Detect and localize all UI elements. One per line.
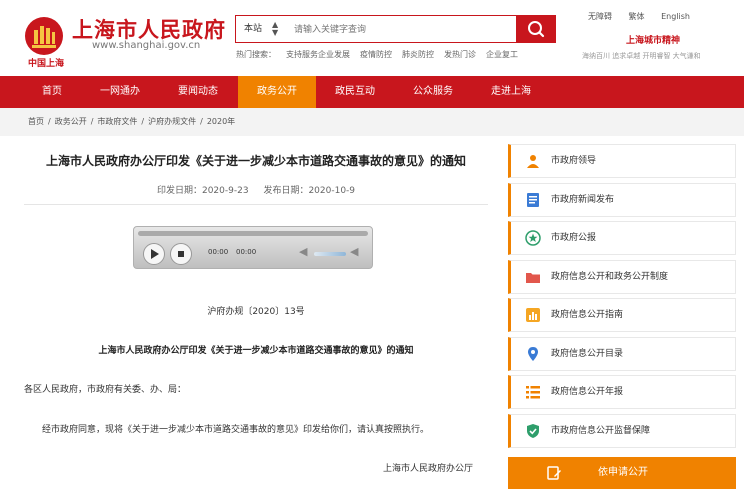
sidebar-item-label: 政府信息公开和政务公开制度 bbox=[551, 272, 669, 282]
document-icon bbox=[527, 193, 539, 207]
hot-word-link[interactable]: 发热门诊 bbox=[444, 50, 476, 59]
nav-item-interaction[interactable]: 政民互动 bbox=[323, 76, 387, 108]
location-icon bbox=[528, 347, 538, 361]
hot-word-link[interactable]: 肺炎防控 bbox=[402, 50, 434, 59]
folder-icon bbox=[526, 273, 540, 283]
site-url: www.shanghai.gov.cn bbox=[92, 40, 201, 51]
person-icon bbox=[527, 155, 539, 168]
shanghai-emblem-icon[interactable] bbox=[24, 16, 64, 56]
hot-search-label: 热门搜索： bbox=[236, 50, 276, 59]
document-title: 上海市人民政府办公厅印发《关于进一步减少本市道路交通事故的意见》的通知 bbox=[98, 346, 414, 356]
audio-total-time: 00:00 bbox=[236, 248, 257, 256]
salutation-paragraph: 各区人民政府，市政府有关委、办、局： bbox=[24, 385, 187, 395]
sidebar-item-label: 市政府领导 bbox=[551, 156, 597, 166]
breadcrumb-separator: / bbox=[200, 117, 203, 126]
sidebar-item-disclosure-guide[interactable]: 政府信息公开指南 bbox=[508, 298, 736, 332]
nav-item-gov-affairs[interactable]: 政务公开 bbox=[238, 76, 316, 108]
logo-subtitle: 中国上海 bbox=[28, 59, 65, 69]
article: 上海市人民政府办公厅印发《关于进一步减少本市道路交通事故的意见》的通知 印发日期… bbox=[0, 136, 500, 488]
site-header: 中国上海 上海市人民政府 www.shanghai.gov.cn 本站 ▲▼ 热… bbox=[0, 0, 744, 76]
breadcrumb-link[interactable]: 沪府办规文件 bbox=[148, 117, 196, 126]
article-title: 上海市人民政府办公厅印发《关于进一步减少本市道路交通事故的意见》的通知 bbox=[45, 154, 466, 168]
breadcrumb: 首页 / 政务公开 / 市政府文件 / 沪府办规文件/2020年 bbox=[0, 108, 744, 136]
play-button[interactable] bbox=[143, 243, 165, 265]
sidebar-item-disclosure-system[interactable]: 政府信息公开和政务公开制度 bbox=[508, 260, 736, 294]
sidebar-item-label: 政府信息公开年报 bbox=[551, 387, 624, 397]
sidebar-item-supervision[interactable]: 市政府信息公开监督保障 bbox=[508, 414, 736, 448]
main-nav: 首页 一网通办 要闻动态 政务公开 政民互动 公众服务 走进上海 bbox=[0, 76, 744, 108]
nav-item-one-network[interactable]: 一网通办 bbox=[88, 76, 152, 108]
publish-date: 发布日期：2020-10-9 bbox=[263, 186, 356, 196]
title-divider bbox=[24, 204, 488, 205]
play-icon bbox=[151, 249, 159, 259]
article-meta: 印发日期：2020-9-23 发布日期：2020-10-9 bbox=[24, 183, 488, 196]
apply-disclosure-button[interactable]: 依申请公开 bbox=[508, 457, 736, 489]
nav-item-about-shanghai[interactable]: 走进上海 bbox=[479, 76, 543, 108]
audio-player: 00:00 00:00 ◀ ◀ bbox=[133, 226, 373, 269]
search-input[interactable] bbox=[292, 20, 516, 40]
breadcrumb-separator: / bbox=[90, 117, 94, 126]
chart-icon bbox=[526, 308, 540, 322]
stop-button[interactable] bbox=[170, 243, 192, 265]
audio-current-time: 00:00 bbox=[208, 248, 229, 256]
sidebar-item-label: 市政府公报 bbox=[551, 233, 597, 243]
sidebar-item-label: 市政府信息公开监督保障 bbox=[551, 426, 651, 436]
stop-icon bbox=[178, 251, 184, 257]
nav-item-news[interactable]: 要闻动态 bbox=[166, 76, 230, 108]
nav-item-public-service[interactable]: 公众服务 bbox=[401, 76, 465, 108]
hot-word-link[interactable]: 疫情防控 bbox=[360, 50, 392, 59]
traditional-chinese-link[interactable]: 繁体 bbox=[629, 12, 645, 21]
volume-max-icon[interactable]: ◀ bbox=[350, 245, 358, 258]
breadcrumb-separator: / bbox=[141, 117, 145, 126]
search-button[interactable] bbox=[516, 15, 556, 43]
signature: 上海市人民政府办公厅 bbox=[383, 464, 474, 474]
sidebar-item-label: 市政府新闻发布 bbox=[551, 195, 615, 205]
hot-word-link[interactable]: 企业复工 bbox=[486, 50, 518, 59]
body-paragraph: 经市政府同意，现将《关于进一步减少本市道路交通事故的意见》印发给你们，请认真按照… bbox=[42, 425, 430, 435]
breadcrumb-separator: / bbox=[48, 117, 51, 126]
star-icon bbox=[525, 230, 541, 246]
list-icon bbox=[526, 386, 540, 399]
search-icon bbox=[528, 21, 545, 38]
sidebar-item-label: 政府信息公开指南 bbox=[551, 310, 624, 320]
sidebar-item-label: 政府信息公开目录 bbox=[551, 349, 624, 359]
hot-search-words: 热门搜索： 支持服务企业发展 疫情防控 肺炎防控 发热门诊 企业复工 bbox=[236, 49, 528, 60]
volume-slider[interactable] bbox=[314, 252, 346, 256]
apply-disclosure-label: 依申请公开 bbox=[598, 467, 648, 478]
breadcrumb-link[interactable]: 首页 bbox=[28, 117, 44, 126]
sidebar-item-news-release[interactable]: 市政府新闻发布 bbox=[508, 183, 736, 217]
mute-icon[interactable]: ◀ bbox=[299, 245, 307, 258]
shield-icon bbox=[527, 424, 539, 438]
search-scope-label: 本站 bbox=[244, 24, 263, 34]
issue-date: 印发日期：2020-9-23 bbox=[156, 186, 249, 196]
sidebar-item-gazette[interactable]: 市政府公报 bbox=[508, 221, 736, 255]
breadcrumb-current[interactable]: 2020年 bbox=[207, 117, 235, 126]
nav-item-home[interactable]: 首页 bbox=[24, 76, 80, 108]
top-links: 无障碍 繁体 English bbox=[588, 11, 704, 22]
english-link[interactable]: English bbox=[661, 12, 690, 21]
breadcrumb-link[interactable]: 政务公开 bbox=[55, 117, 87, 126]
city-spirit-text: 海纳百川 追求卓越 开明睿智 大气谦和 bbox=[582, 52, 701, 60]
sidebar-item-disclosure-catalog[interactable]: 政府信息公开目录 bbox=[508, 337, 736, 371]
audio-progress-bar[interactable] bbox=[138, 231, 368, 236]
sidebar-item-leaders[interactable]: 市政府领导 bbox=[508, 144, 736, 178]
scope-updown-icon: ▲ ▼ bbox=[272, 20, 279, 37]
sidebar-item-annual-report[interactable]: 政府信息公开年报 bbox=[508, 375, 736, 409]
edit-icon bbox=[547, 466, 561, 480]
breadcrumb-link[interactable]: 市政府文件 bbox=[97, 117, 137, 126]
search-box: 本站 ▲ ▼ bbox=[235, 15, 556, 43]
document-number: 沪府办规〔2020〕13号 bbox=[207, 307, 305, 317]
hot-word-link[interactable]: 支持服务企业发展 bbox=[286, 50, 350, 59]
city-spirit-title: 上海城市精神 bbox=[626, 36, 681, 46]
accessibility-link[interactable]: 无障碍 bbox=[588, 12, 612, 21]
